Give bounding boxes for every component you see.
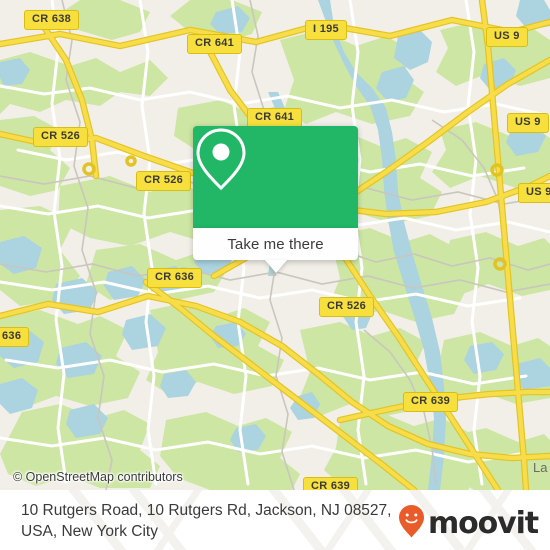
road-shield: CR 526: [136, 171, 192, 191]
osm-attribution[interactable]: © OpenStreetMap contributors: [13, 470, 183, 484]
road-shield: US 9: [507, 113, 549, 133]
map-canvas[interactable]: CR 638 CR 641 I 195 US 9 CR 641 US 9 CR 526 CR …: [0, 0, 550, 490]
take-me-there-button[interactable]: Take me there: [193, 228, 358, 273]
moovit-wordmark: moovit: [427, 506, 539, 541]
moovit-brand-logo[interactable]: moovit: [398, 504, 539, 544]
moovit-smiley-pin-icon: [398, 504, 425, 544]
road-shield: I 195: [305, 20, 347, 40]
callout-pointer-tail: [264, 260, 287, 273]
location-callout-card[interactable]: Take me there: [193, 126, 358, 273]
road-shield: US 9: [518, 183, 550, 203]
road-shield: CR 639: [303, 477, 359, 490]
road-shield: 636: [0, 327, 30, 347]
road-shield: US 9: [486, 27, 528, 47]
address-text: 10 Rutgers Road, 10 Rutgers Rd, Jackson,…: [21, 502, 392, 540]
callout-image-area: [193, 126, 358, 228]
road-shield: CR 526: [33, 127, 89, 147]
road-shield: CR 526: [319, 297, 375, 317]
moovit-map-screenshot: CR 638 CR 641 I 195 US 9 CR 641 US 9 CR 526 CR …: [0, 0, 550, 550]
road-shield: CR 638: [24, 10, 80, 30]
road-shield: CR 639: [403, 392, 459, 412]
footer-bar: 10 Rutgers Road, 10 Rutgers Rd, Jackson,…: [0, 490, 550, 550]
take-me-there-label: Take me there: [227, 235, 324, 253]
road-shield: CR 641: [247, 108, 303, 128]
road-shield: CR 636: [147, 268, 203, 288]
place-label: La: [533, 460, 548, 475]
road-shield: CR 641: [187, 34, 243, 54]
